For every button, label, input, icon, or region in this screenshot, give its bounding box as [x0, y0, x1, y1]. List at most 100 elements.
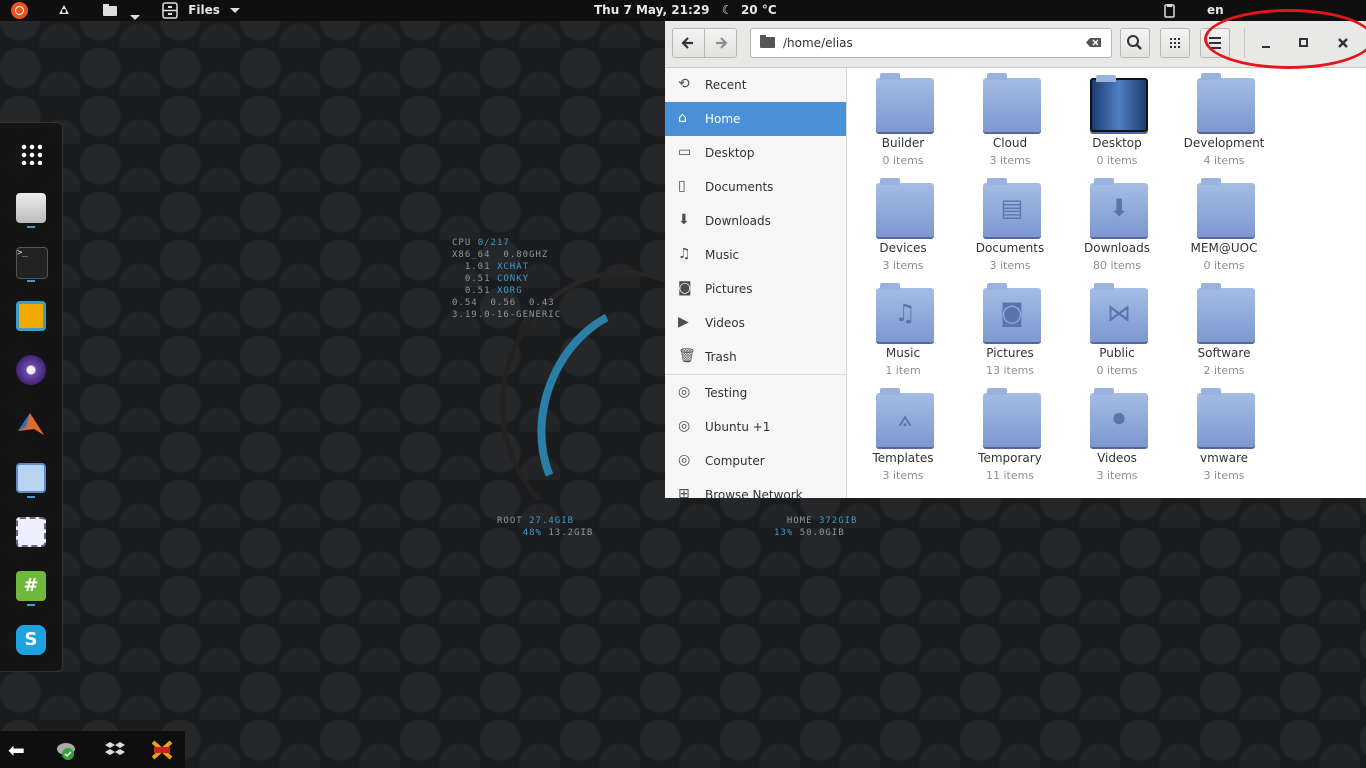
- folder-item[interactable]: ⟑ Templates 3 items: [851, 387, 955, 491]
- folder-item[interactable]: Development 4 items: [1172, 72, 1276, 176]
- camera-icon: ◙: [678, 280, 692, 296]
- music-icon: ♫: [678, 246, 691, 262]
- sidebar-item-label: Trash: [705, 350, 737, 364]
- folder-item-count: 2 items: [1203, 364, 1245, 377]
- conky-proc-name: XORG: [496, 286, 523, 296]
- clipboard-icon[interactable]: [1164, 0, 1176, 21]
- ubuntu-logo-icon[interactable]: [11, 2, 28, 19]
- folder-item-count: 13 items: [985, 364, 1035, 377]
- folder-item-count: 0 items: [1096, 364, 1138, 377]
- folder-item-count: 3 items: [882, 259, 924, 272]
- download-icon: ⬇: [678, 212, 690, 228]
- arrow-left-icon: [681, 37, 693, 49]
- folder-menu[interactable]: [102, 0, 142, 21]
- conky-proc-value: 0.51: [464, 286, 491, 296]
- sidebar-item-computer[interactable]: ◎ Computer: [665, 444, 846, 478]
- running-indicator: [27, 604, 35, 606]
- gimp-icon[interactable]: [56, 0, 72, 21]
- folder-name: Development: [1183, 136, 1265, 150]
- home-icon: ⌂: [678, 110, 687, 126]
- location-bar[interactable]: /home/elias: [750, 28, 1112, 58]
- folder-item-count: 3 items: [1096, 469, 1138, 482]
- folder-item-count: 3 items: [1203, 469, 1245, 482]
- music-folder-icon: ♫: [876, 283, 934, 342]
- chat-launcher-icon[interactable]: [16, 463, 46, 493]
- sidebar-item-downloads[interactable]: ⬇ Downloads: [665, 204, 846, 238]
- grid-icon: [1170, 38, 1180, 48]
- conky-proc-name: CONKY: [496, 274, 530, 284]
- folder-item[interactable]: Builder 0 items: [851, 72, 955, 176]
- pictures-folder-icon: ◙: [983, 283, 1041, 342]
- folder-item[interactable]: Desktop 0 items: [1065, 72, 1169, 176]
- conky-home-used: 50.0GIB: [799, 528, 845, 538]
- thunderbird-launcher-icon[interactable]: [16, 517, 46, 547]
- clear-icon[interactable]: [1085, 29, 1103, 57]
- folder-name: Templates: [872, 451, 934, 465]
- sidebar-item-home[interactable]: ⌂ Home: [665, 102, 846, 136]
- sidebar-item-label: Music: [705, 248, 740, 262]
- back-button[interactable]: [672, 28, 705, 58]
- weather-indicator[interactable]: ☾ 20 °C: [722, 0, 777, 21]
- folder-name: Public: [1099, 346, 1135, 360]
- folder-item[interactable]: ⏺ Videos 3 items: [1065, 387, 1169, 491]
- xchat-launcher-icon[interactable]: #: [16, 571, 46, 601]
- eclipse-launcher-icon[interactable]: [16, 355, 46, 385]
- folder-icon: [1197, 178, 1255, 237]
- conky-freq: 0.80GHZ: [503, 250, 549, 260]
- vmware-launcher-icon[interactable]: [16, 301, 46, 331]
- folder-name: Cloud: [992, 136, 1028, 150]
- folder-item[interactable]: ◙ Pictures 13 items: [958, 282, 1062, 386]
- back-arrow-icon[interactable]: ⬅: [8, 739, 30, 761]
- folder-item[interactable]: Software 2 items: [1172, 282, 1276, 386]
- conky-proc-name: XCHAT: [496, 262, 530, 272]
- sidebar-item-desktop[interactable]: ▭ Desktop: [665, 136, 846, 170]
- folder-item[interactable]: Cloud 3 items: [958, 72, 1062, 176]
- folder-item[interactable]: vmware 3 items: [1172, 387, 1276, 491]
- folder-item[interactable]: ▤ Documents 3 items: [958, 177, 1062, 281]
- app-menu[interactable]: Files: [162, 0, 242, 21]
- folder-item[interactable]: ⋈ Public 0 items: [1065, 282, 1169, 386]
- sidebar-separator: [665, 374, 846, 375]
- folder-name: Desktop: [1092, 136, 1142, 150]
- sidebar-item-trash[interactable]: 🗑 Trash: [665, 340, 846, 374]
- sidebar-item-testing[interactable]: ◎ Testing: [665, 376, 846, 410]
- folder-emblem: ◙: [1000, 299, 1024, 327]
- folder-item[interactable]: Temporary 11 items: [958, 387, 1062, 491]
- sidebar-item-label: Desktop: [705, 146, 755, 160]
- sidebar-item-music[interactable]: ♫ Music: [665, 238, 846, 272]
- conky-root-size: 27.4GIB: [529, 516, 575, 526]
- sidebar-item-documents[interactable]: ▯ Documents: [665, 170, 846, 204]
- terminal-launcher-icon[interactable]: >_: [16, 247, 48, 279]
- forward-button[interactable]: [704, 28, 737, 58]
- search-button[interactable]: [1120, 28, 1150, 58]
- folder-icon: [1197, 73, 1255, 132]
- sidebar-item-label: Recent: [705, 78, 747, 92]
- skype-launcher-icon[interactable]: S: [16, 625, 46, 655]
- folder-item[interactable]: MEM@UOC 0 items: [1172, 177, 1276, 281]
- folder-icon: [1197, 283, 1255, 342]
- folder-item[interactable]: ♫ Music 1 item: [851, 282, 955, 386]
- folder-item[interactable]: ⬇ Downloads 80 items: [1065, 177, 1169, 281]
- caffeine-icon[interactable]: [150, 739, 173, 761]
- sidebar-item-browse-network[interactable]: ⊞ Browse Network: [665, 478, 846, 498]
- folder-icon: [983, 388, 1041, 447]
- sidebar-item-pictures[interactable]: ◙ Pictures: [665, 272, 846, 306]
- disk-icon: ◎: [678, 384, 691, 400]
- files-launcher-icon[interactable]: [16, 193, 46, 223]
- view-grid-button[interactable]: [1160, 28, 1190, 58]
- clock[interactable]: Thu 7 May, 21:29: [594, 0, 709, 21]
- folder-name: Builder: [881, 136, 925, 150]
- weather-temperature: 20 °C: [740, 3, 777, 17]
- sidebar-item-label: Home: [705, 112, 741, 126]
- sidebar-item-recent[interactable]: ⟲ Recent: [665, 68, 846, 102]
- show-apps-icon[interactable]: [20, 143, 42, 165]
- dock: >_ # S: [0, 122, 63, 672]
- matlab-launcher-icon[interactable]: [16, 409, 46, 439]
- dropbox-icon[interactable]: [104, 739, 126, 761]
- sidebar-item-ubuntu-1[interactable]: ◎ Ubuntu +1: [665, 410, 846, 444]
- sidebar-item-videos[interactable]: ▶ Videos: [665, 306, 846, 340]
- folder-icon: [876, 73, 934, 132]
- cloud-sync-icon[interactable]: [55, 739, 77, 761]
- folder-name: Temporary: [978, 451, 1042, 465]
- folder-item[interactable]: Devices 3 items: [851, 177, 955, 281]
